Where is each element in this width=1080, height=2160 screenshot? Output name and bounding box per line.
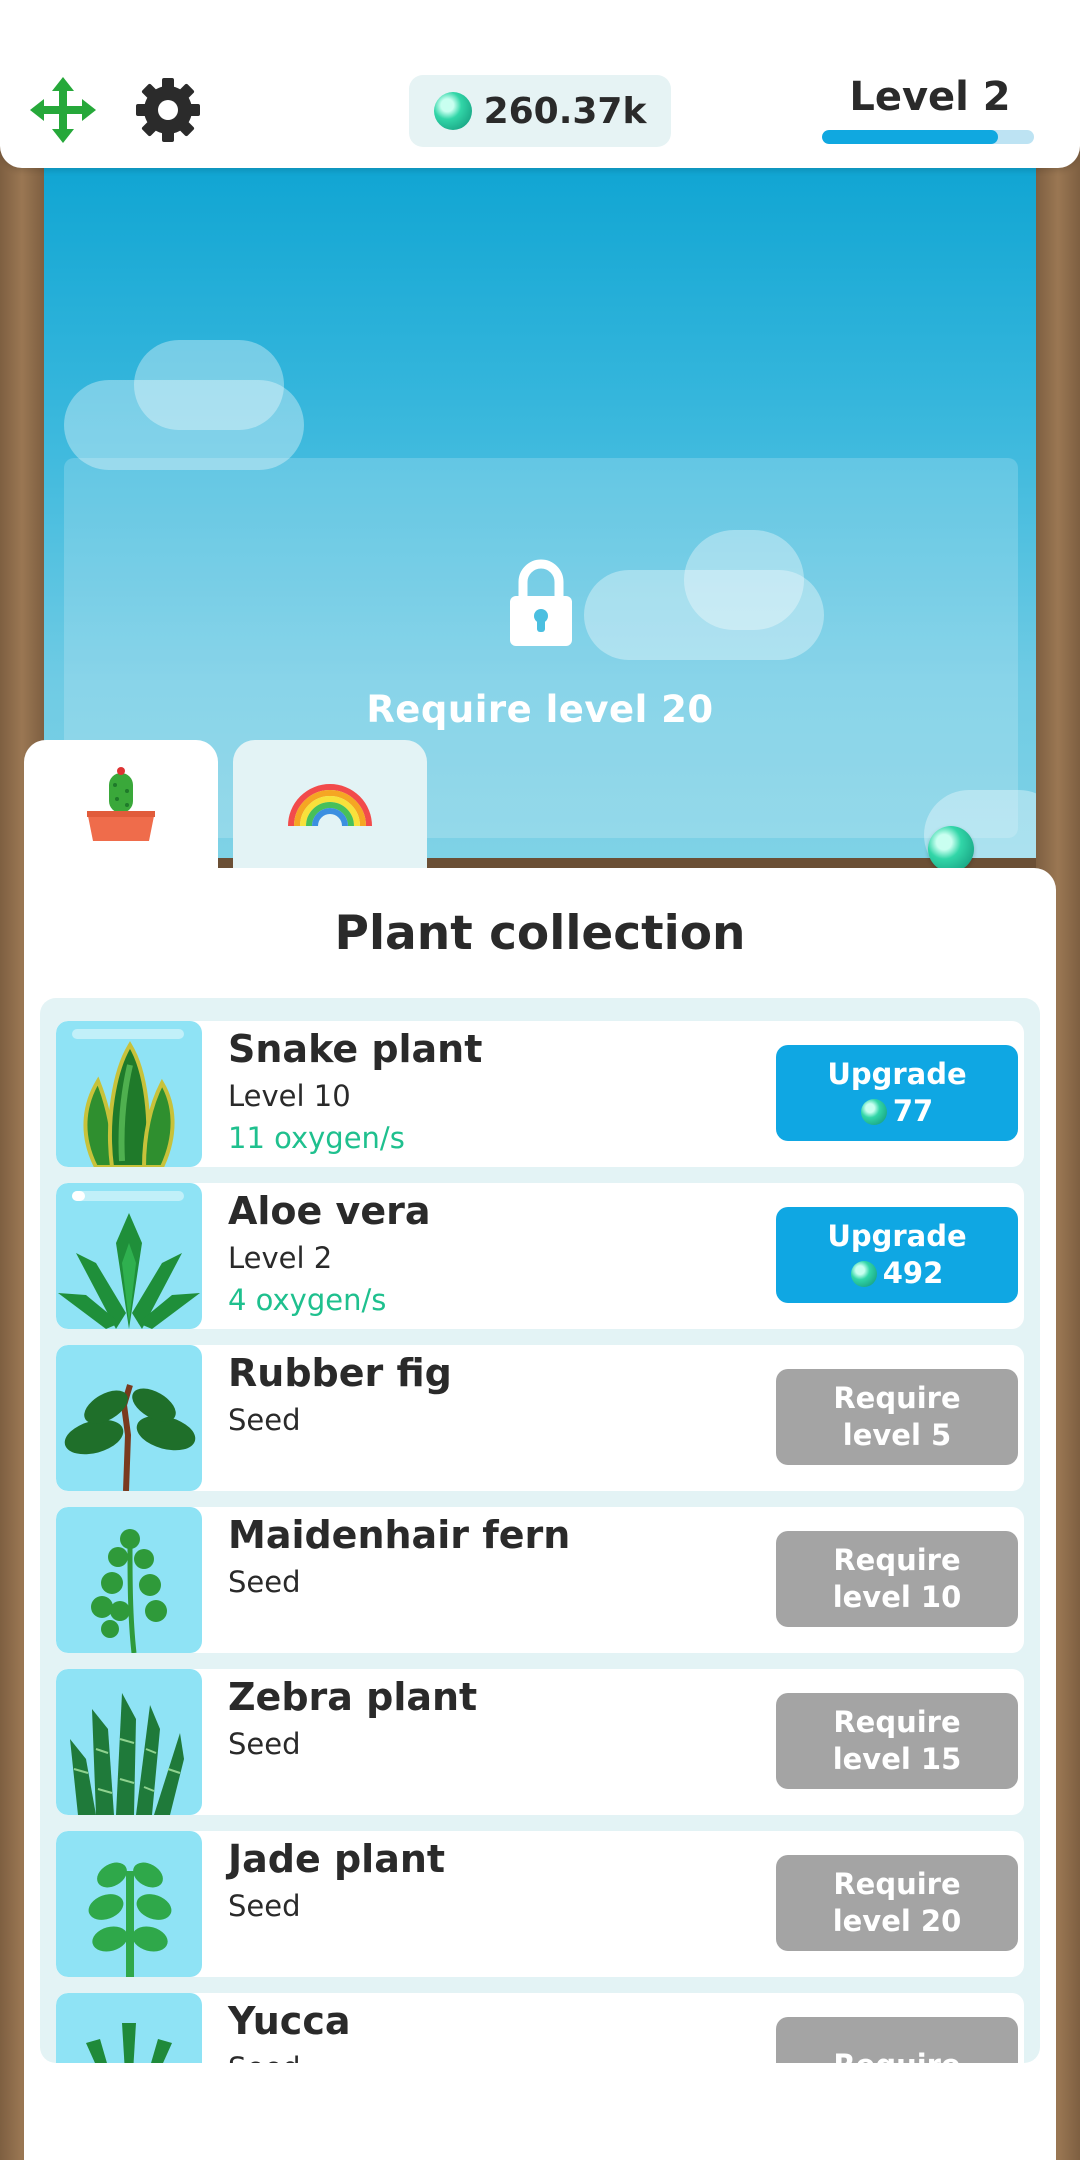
locked-requirement-button[interactable]: Require level 15 [776, 1693, 1018, 1789]
rainbow-icon [288, 784, 372, 827]
snake-plant-icon [83, 1041, 175, 1167]
plant-row-yucca[interactable]: Yucca Seed Require [56, 1993, 1024, 2063]
cost-value: 492 [882, 1256, 944, 1290]
plant-collection-panel: Plant collection Snake plant Level 10 11… [24, 868, 1056, 2160]
upgrade-cost: 492 [850, 1255, 944, 1292]
plant-level: Level 10 [228, 1079, 351, 1113]
locked-requirement-button[interactable]: Require level 20 [776, 1855, 1018, 1951]
tab-plants[interactable] [24, 740, 218, 870]
oxygen-balance: 260.37k [409, 75, 671, 147]
locked-requirement-button[interactable]: Require level 10 [776, 1531, 1018, 1627]
oxygen-bubble[interactable] [928, 826, 974, 872]
upgrade-label: Upgrade [827, 1057, 967, 1091]
locked-requirement-button[interactable]: Require [776, 2017, 1018, 2063]
locked-area-requirement: Require level 20 [366, 688, 714, 731]
maidenhair-fern-icon [91, 1529, 167, 1653]
plant-thumbnail [56, 1507, 202, 1653]
locked-requirement-button[interactable]: Require level 5 [776, 1369, 1018, 1465]
plant-level: Seed [228, 1565, 301, 1599]
growth-bar [72, 1191, 184, 1201]
plant-row-aloe-vera[interactable]: Aloe vera Level 2 4 oxygen/s Upgrade 492 [56, 1183, 1024, 1329]
lock-icon [510, 559, 572, 646]
top-hud: 260.37k Level 2 [0, 0, 1080, 168]
plant-thumbnail [56, 1669, 202, 1815]
upgrade-label: Upgrade [827, 1219, 967, 1253]
plant-thumbnail [56, 1021, 202, 1167]
plant-level: Seed [228, 1727, 301, 1761]
tab-decorations[interactable] [233, 740, 427, 870]
upgrade-button[interactable]: Upgrade 492 [776, 1207, 1018, 1303]
plant-thumbnail [56, 1345, 202, 1491]
plant-level: Level 2 [228, 1241, 333, 1275]
gear-icon [136, 78, 200, 142]
plant-row-maidenhair-fern[interactable]: Maidenhair fern Seed Require level 10 [56, 1507, 1024, 1653]
oxygen-rate: 4 oxygen/s [228, 1283, 387, 1317]
player-level: Level 2 [849, 74, 1011, 120]
zebra-plant-icon [70, 1693, 184, 1815]
xp-progress-fill [822, 130, 998, 144]
plant-level: Seed [228, 2051, 301, 2063]
rubber-fig-icon [64, 1384, 196, 1491]
plant-name: Aloe vera [228, 1189, 431, 1233]
growth-bar-fill [72, 1191, 86, 1201]
aloe-vera-icon [58, 1213, 200, 1329]
plant-name: Snake plant [228, 1027, 483, 1071]
settings-button[interactable] [133, 75, 203, 145]
plant-name: Jade plant [228, 1837, 446, 1881]
plant-name: Rubber fig [228, 1351, 452, 1395]
oxygen-amount: 260.37k [483, 90, 647, 132]
plant-row-jade-plant[interactable]: Jade plant Seed Require level 20 [56, 1831, 1024, 1977]
plant-row-rubber-fig[interactable]: Rubber fig Seed Require level 5 [56, 1345, 1024, 1491]
yucca-icon [86, 2023, 172, 2063]
plant-thumbnail [56, 1831, 202, 1977]
upgrade-cost: 77 [860, 1093, 934, 1130]
oxygen-orb-icon [850, 1260, 877, 1287]
cost-value: 77 [892, 1094, 934, 1128]
xp-progress-bar [822, 130, 1034, 144]
move-arrows-icon [30, 77, 96, 143]
oxygen-rate: 11 oxygen/s [228, 1121, 405, 1155]
plant-row-zebra-plant[interactable]: Zebra plant Seed Require level 15 [56, 1669, 1024, 1815]
plant-level: Seed [228, 1403, 301, 1437]
jade-plant-icon [88, 1862, 172, 1977]
plant-thumbnail [56, 1993, 202, 2063]
plant-level: Seed [228, 1889, 301, 1923]
move-button[interactable] [28, 75, 98, 145]
oxygen-orb-icon [860, 1098, 887, 1125]
plant-name: Zebra plant [228, 1675, 478, 1719]
plant-name: Yucca [228, 1999, 351, 2043]
upgrade-button[interactable]: Upgrade 77 [776, 1045, 1018, 1141]
cactus-pot-icon [87, 767, 155, 841]
plant-thumbnail [56, 1183, 202, 1329]
plant-list[interactable]: Snake plant Level 10 11 oxygen/s Upgrade… [40, 998, 1040, 2063]
cloud [134, 340, 284, 430]
panel-title: Plant collection [334, 906, 746, 961]
plant-name: Maidenhair fern [228, 1513, 571, 1557]
growth-bar [72, 1029, 184, 1039]
plant-row-snake-plant[interactable]: Snake plant Level 10 11 oxygen/s Upgrade… [56, 1021, 1024, 1167]
oxygen-orb-icon [433, 92, 472, 130]
